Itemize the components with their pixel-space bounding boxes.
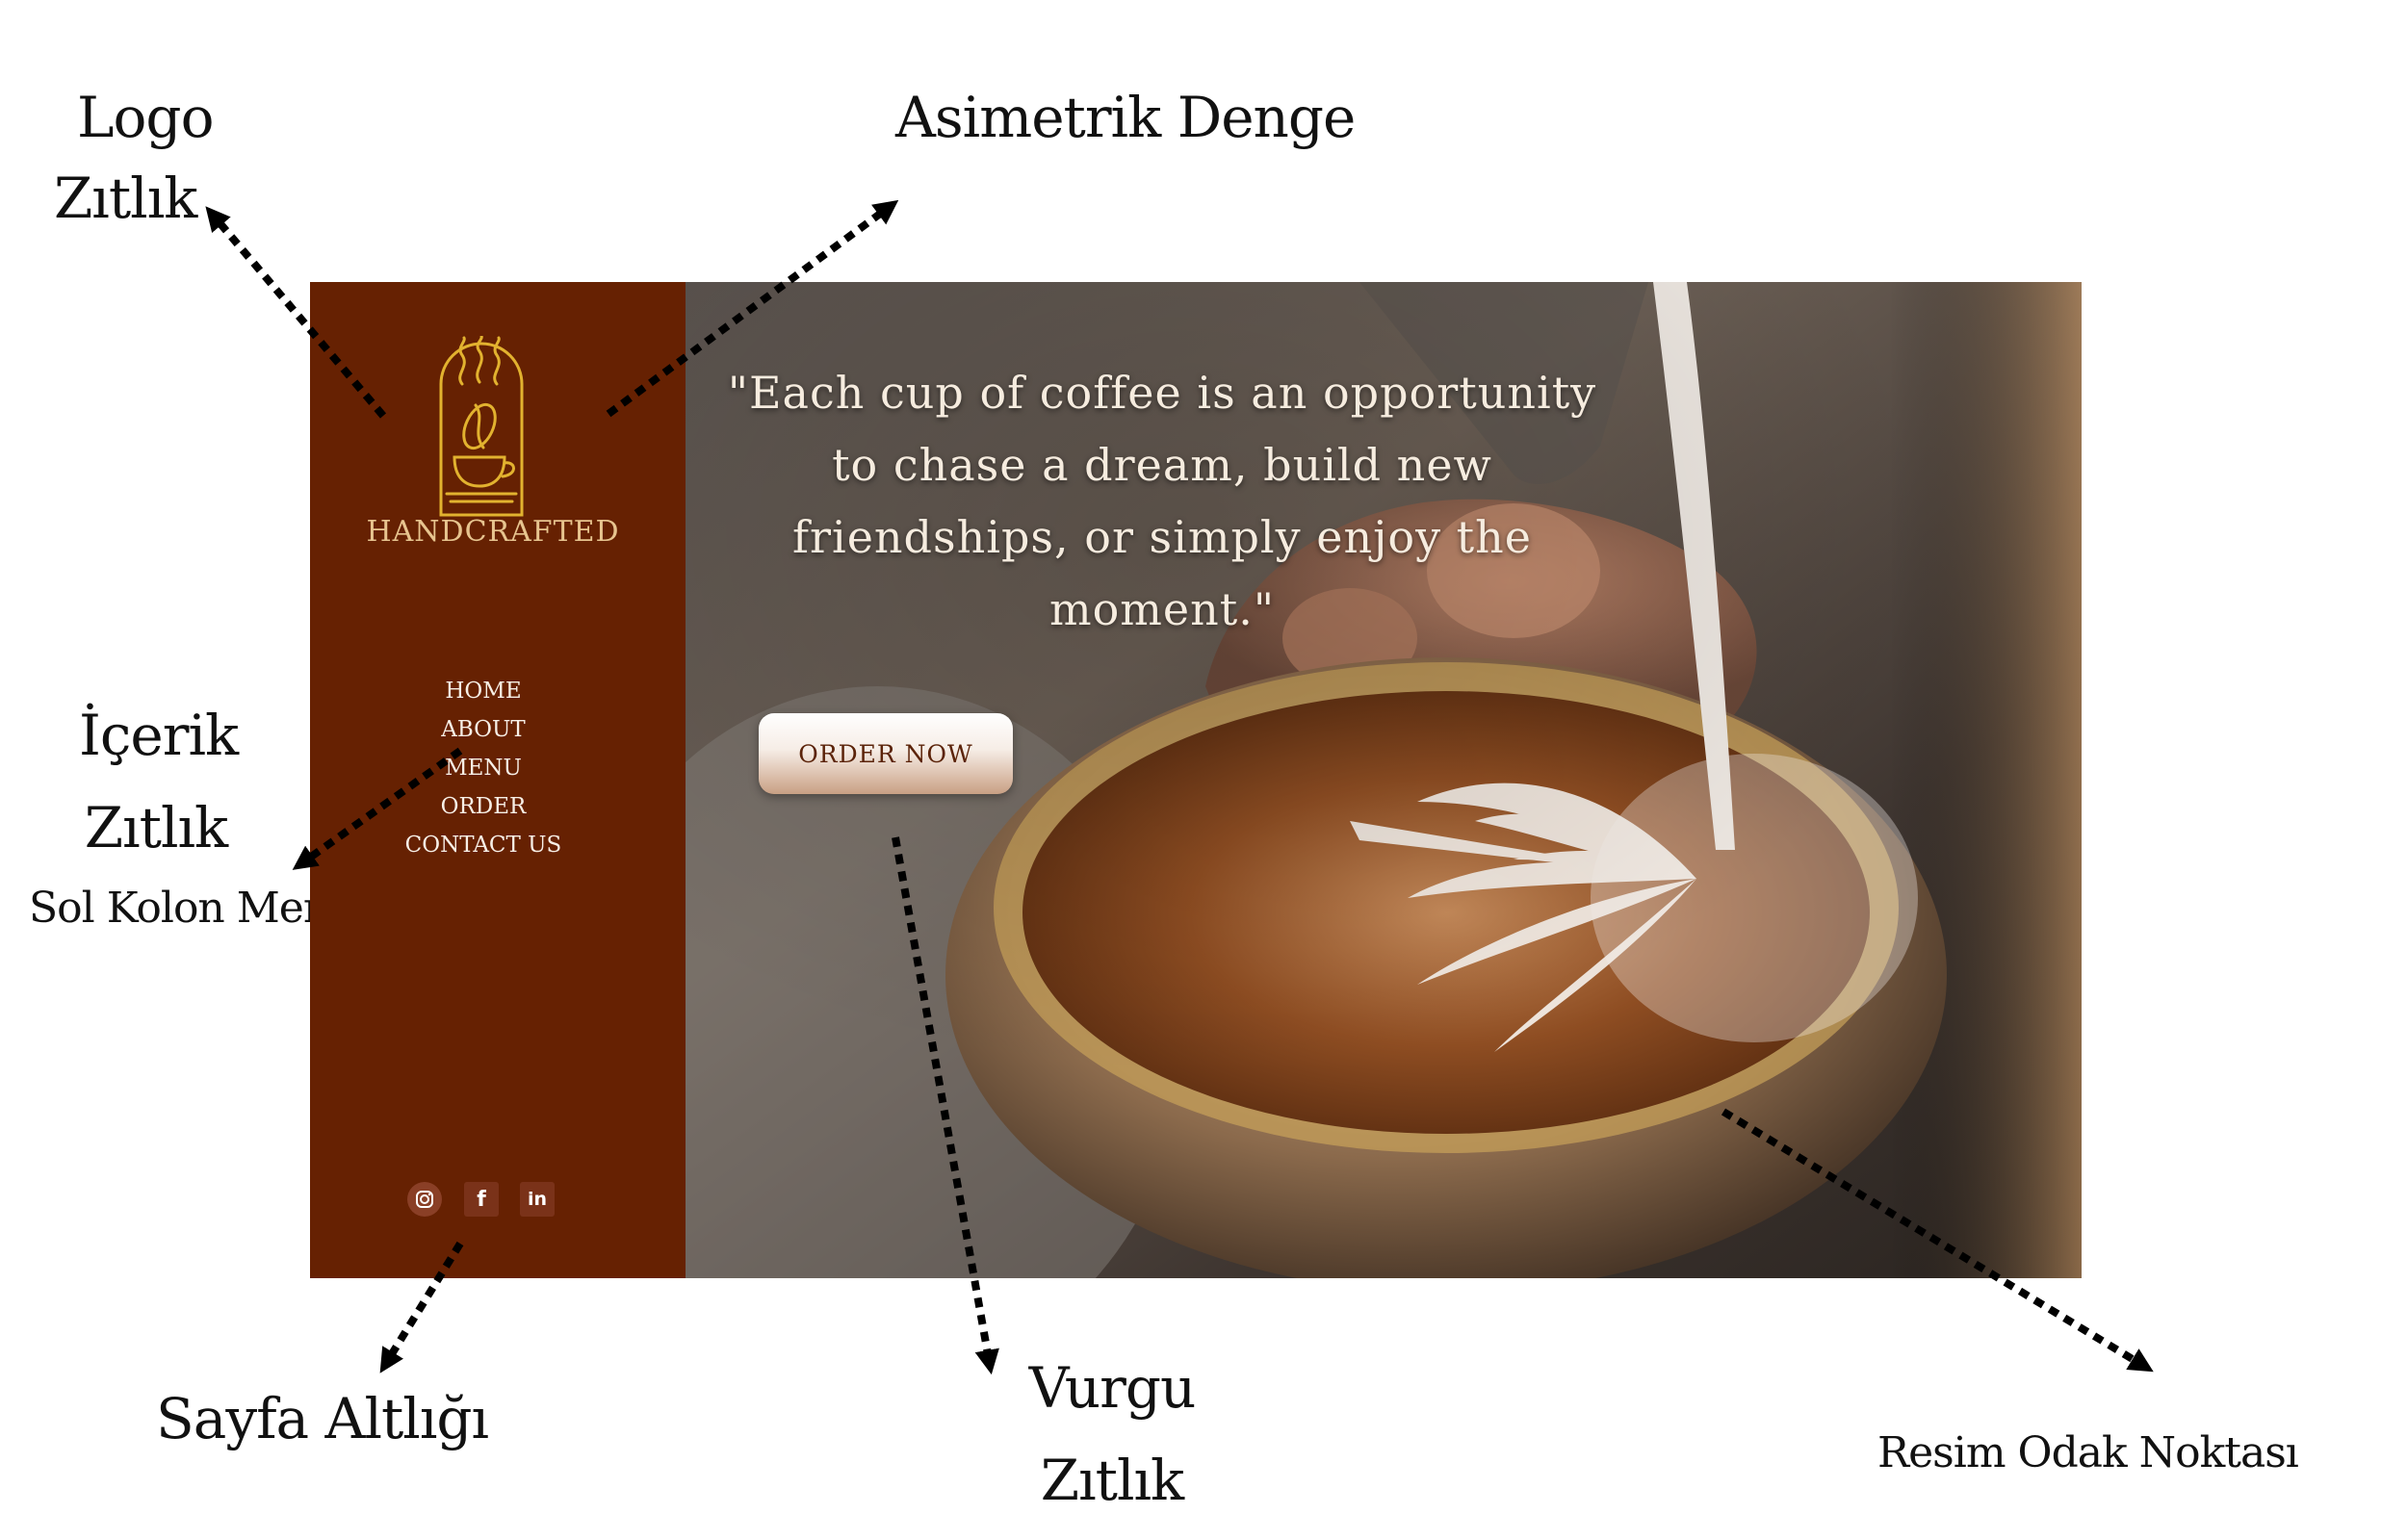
annotation-emphasis: Vurgu	[1028, 1355, 1197, 1421]
nav-item-menu[interactable]: MENU	[310, 749, 657, 787]
annotation-logo: Logo	[77, 85, 214, 150]
nav-item-contact-us[interactable]: CONTACT US	[310, 826, 657, 864]
brand-name: HANDCRAFTED	[366, 515, 620, 549]
linkedin-icon[interactable]: in	[520, 1182, 555, 1217]
annotation-footer: Sayfa Altlığı	[156, 1386, 489, 1451]
instagram-glyph-icon	[416, 1191, 433, 1208]
annotation-logo-contrast: Zıtlık	[54, 166, 197, 231]
annotation-content: İçerik	[79, 703, 239, 768]
annotation-focal-point: Resim Odak Noktası	[1877, 1428, 2299, 1477]
left-sidebar: HANDCRAFTED HOME ABOUT MENU ORDER CONTAC…	[310, 282, 686, 1278]
website-mockup: HANDCRAFTED HOME ABOUT MENU ORDER CONTAC…	[310, 282, 2082, 1278]
facebook-icon[interactable]: f	[464, 1182, 499, 1217]
nav-item-about[interactable]: ABOUT	[310, 710, 657, 749]
annotation-emphasis-contrast: Zıtlık	[1040, 1448, 1184, 1513]
annotation-asymmetric-balance: Asimetrik Denge	[895, 85, 1356, 150]
nav-item-home[interactable]: HOME	[310, 672, 657, 710]
instagram-icon[interactable]	[407, 1182, 442, 1217]
hero-section: "Each cup of coffee is an opportunity to…	[686, 282, 2082, 1278]
hero-quote: "Each cup of coffee is an opportunity to…	[727, 367, 1597, 635]
annotation-content-contrast: Zıtlık	[84, 795, 228, 860]
sidebar-nav: HOME ABOUT MENU ORDER CONTACT US	[310, 672, 657, 864]
order-now-button[interactable]: ORDER NOW	[759, 713, 1013, 794]
nav-item-order[interactable]: ORDER	[310, 787, 657, 826]
annotation-left-menu: Sol Kolon Menü	[29, 884, 357, 933]
coffee-cup-logo-icon	[439, 336, 524, 517]
